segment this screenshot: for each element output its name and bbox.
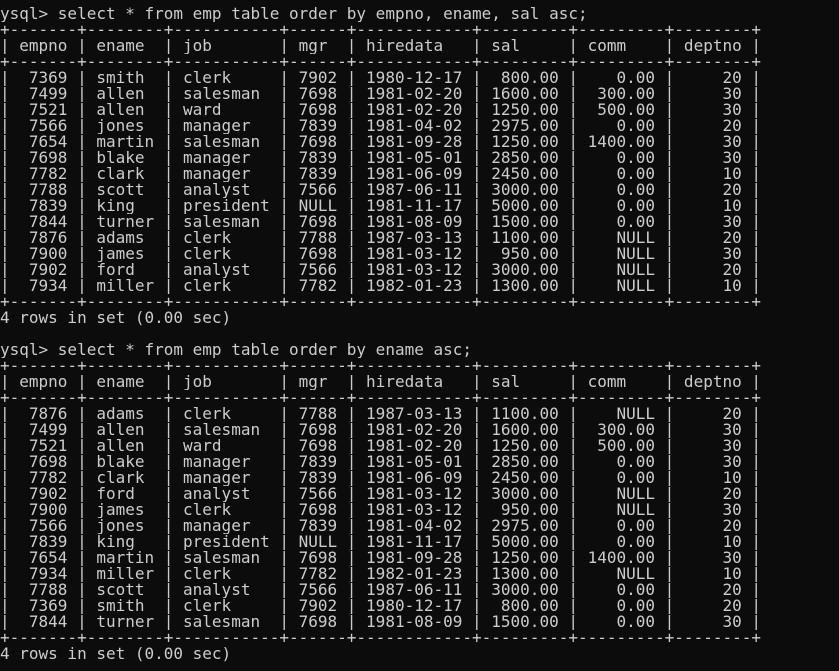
command-line-1: ysql> select * from emp_table order by e…	[0, 6, 588, 22]
table-row: | 7900 | james | clerk | 7698 | 1981-03-…	[0, 246, 761, 262]
table-row: | 7839 | king | president | NULL | 1981-…	[0, 198, 761, 214]
table-separator-top-1: +-------+--------+-----------+------+---…	[0, 22, 761, 38]
table-row: | 7566 | jones | manager | 7839 | 1981-0…	[0, 118, 761, 134]
table-separator-top-2: +-------+--------+-----------+------+---…	[0, 358, 761, 374]
table-row: | 7698 | blake | manager | 7839 | 1981-0…	[0, 454, 761, 470]
table-separator-bottom-1: +-------+--------+-----------+------+---…	[0, 294, 761, 310]
table-row: | 7788 | scott | analyst | 7566 | 1987-0…	[0, 182, 761, 198]
table-row: | 7876 | adams | clerk | 7788 | 1987-03-…	[0, 230, 761, 246]
table-row: | 7844 | turner | salesman | 7698 | 1981…	[0, 214, 761, 230]
command-line-2: ysql> select * from emp_table order by e…	[0, 342, 473, 358]
table-row: | 7782 | clark | manager | 7839 | 1981-0…	[0, 166, 761, 182]
table-header-2: | empno | ename | job | mgr | hiredata |…	[0, 374, 761, 390]
table-header-1: | empno | ename | job | mgr | hiredata |…	[0, 38, 761, 54]
table-row: | 7788 | scott | analyst | 7566 | 1987-0…	[0, 582, 761, 598]
table-row: | 7782 | clark | manager | 7839 | 1981-0…	[0, 470, 761, 486]
table-row: | 7369 | smith | clerk | 7902 | 1980-12-…	[0, 598, 761, 614]
table-row: | 7934 | miller | clerk | 7782 | 1982-01…	[0, 278, 761, 294]
table-row: | 7654 | martin | salesman | 7698 | 1981…	[0, 550, 761, 566]
table-row: | 7521 | allen | ward | 7698 | 1981-02-2…	[0, 102, 761, 118]
result-status-1: 4 rows in set (0.00 sec)	[0, 310, 232, 326]
table-row: | 7902 | ford | analyst | 7566 | 1981-03…	[0, 486, 761, 502]
table-row: | 7844 | turner | salesman | 7698 | 1981…	[0, 614, 761, 630]
table-row: | 7902 | ford | analyst | 7566 | 1981-03…	[0, 262, 761, 278]
result-status-2: 4 rows in set (0.00 sec)	[0, 646, 232, 662]
table-row: | 7369 | smith | clerk | 7902 | 1980-12-…	[0, 70, 761, 86]
table-row: | 7934 | miller | clerk | 7782 | 1982-01…	[0, 566, 761, 582]
table-row: | 7499 | allen | salesman | 7698 | 1981-…	[0, 86, 761, 102]
table-separator-header-2: +-------+--------+-----------+------+---…	[0, 390, 761, 406]
table-separator-bottom-2: +-------+--------+-----------+------+---…	[0, 630, 761, 646]
table-row: | 7654 | martin | salesman | 7698 | 1981…	[0, 134, 761, 150]
table-row: | 7900 | james | clerk | 7698 | 1981-03-…	[0, 502, 761, 518]
table-separator-header-1: +-------+--------+-----------+------+---…	[0, 54, 761, 70]
table-row: | 7698 | blake | manager | 7839 | 1981-0…	[0, 150, 761, 166]
terminal-window[interactable]: ysql> select * from emp_table order by e…	[0, 6, 839, 662]
table-row: | 7499 | allen | salesman | 7698 | 1981-…	[0, 422, 761, 438]
table-row: | 7876 | adams | clerk | 7788 | 1987-03-…	[0, 406, 761, 422]
table-row: | 7521 | allen | ward | 7698 | 1981-02-2…	[0, 438, 761, 454]
table-row: | 7839 | king | president | NULL | 1981-…	[0, 534, 761, 550]
table-row: | 7566 | jones | manager | 7839 | 1981-0…	[0, 518, 761, 534]
